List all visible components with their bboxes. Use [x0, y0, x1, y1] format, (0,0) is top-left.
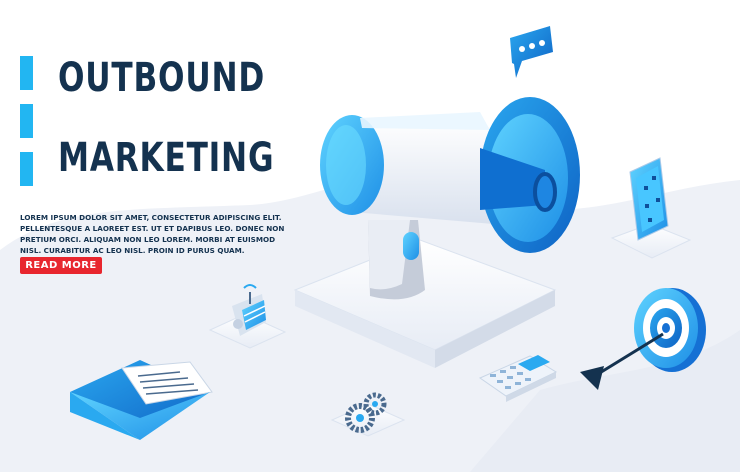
read-more-button[interactable]: READ MORE — [20, 257, 102, 274]
accent-bar — [20, 56, 33, 90]
accent-bar — [20, 104, 33, 138]
hero-title-line2: MARKETING — [58, 135, 275, 181]
accent-bar — [20, 152, 33, 186]
hero-title-line1: OUTBOUND — [58, 55, 266, 101]
speech-bubble-icon — [510, 26, 553, 78]
hero-body-text: LOREM IPSUM DOLOR SIT AMET, CONSECTETUR … — [20, 213, 285, 255]
